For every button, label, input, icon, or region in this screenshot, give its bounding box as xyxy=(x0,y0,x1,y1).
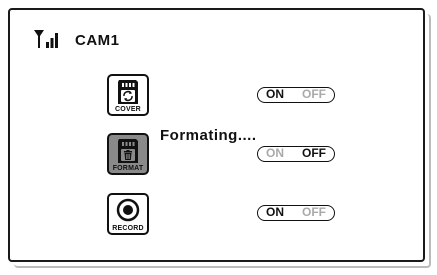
format-button[interactable]: FORMAT xyxy=(107,133,149,175)
format-label: FORMAT xyxy=(112,165,144,172)
cover-toggle[interactable]: ON OFF xyxy=(257,87,335,103)
record-toggle[interactable]: ON OFF xyxy=(257,205,335,221)
record-toggle-off[interactable]: OFF xyxy=(302,206,326,219)
cover-label: COVER xyxy=(115,106,141,113)
signal-strength-icon xyxy=(34,30,58,48)
format-toggle-off[interactable]: OFF xyxy=(302,147,326,160)
camera-name: CAM1 xyxy=(75,32,120,49)
cover-toggle-on[interactable]: ON xyxy=(266,88,284,101)
record-button[interactable]: RECORD xyxy=(107,193,149,235)
format-toggle[interactable]: ON OFF xyxy=(257,146,335,162)
status-message: Formating.... xyxy=(160,127,257,144)
record-toggle-on[interactable]: ON xyxy=(266,206,284,219)
cover-toggle-off[interactable]: OFF xyxy=(302,88,326,101)
record-label: RECORD xyxy=(112,225,144,232)
format-toggle-on[interactable]: ON xyxy=(266,147,284,160)
cover-button[interactable]: COVER xyxy=(107,74,149,116)
